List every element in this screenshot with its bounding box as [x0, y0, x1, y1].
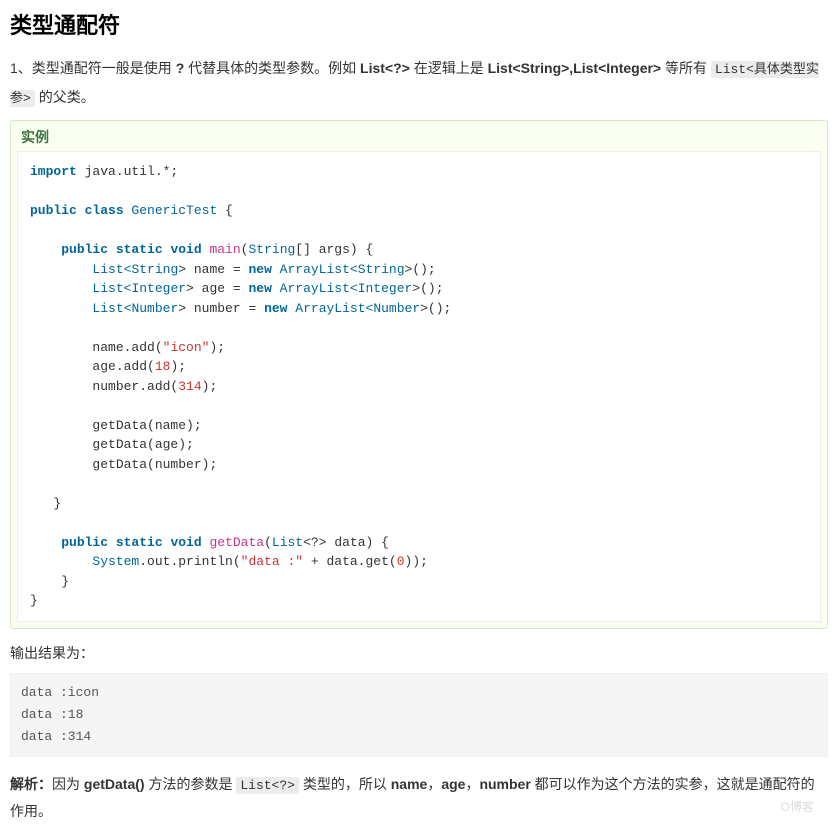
code-pun: } — [30, 593, 38, 608]
code-type: Integer — [131, 281, 186, 296]
code-kw: static — [108, 535, 163, 550]
intro-qmark: ? — [176, 60, 185, 76]
intro-bold: List<?> — [360, 60, 410, 76]
code-type: Number — [131, 301, 178, 316]
code-fn: main — [202, 242, 241, 257]
code-str: "data :" — [241, 554, 303, 569]
code-pun: ) { — [350, 242, 373, 257]
code-kw: static — [108, 242, 163, 257]
code-type: List< — [92, 262, 131, 277]
example-title: 实例 — [11, 121, 827, 151]
code-text: age.add( — [92, 359, 154, 374]
code-text: name.add( — [92, 340, 162, 355]
analysis-text: 因为 — [52, 776, 84, 792]
analysis-text: 方法的参数是 — [145, 776, 237, 792]
analysis-bold: age — [441, 776, 465, 792]
code-kw: new — [248, 262, 271, 277]
code-text: > name = — [178, 262, 248, 277]
code-class: GenericTest — [124, 203, 225, 218]
code-text: > age = — [186, 281, 248, 296]
code-kw: public — [61, 242, 108, 257]
code-text: )); — [405, 554, 428, 569]
code-kw: public — [30, 203, 77, 218]
code-type: System — [92, 554, 139, 569]
code-pun: } — [53, 496, 61, 511]
code-text: > number = — [178, 301, 264, 316]
code-text: number.add( — [92, 379, 178, 394]
analysis-text: 类型的，所以 — [299, 776, 391, 792]
code-pun: } — [61, 574, 69, 589]
code-type: List — [272, 535, 303, 550]
code-text: [] args — [295, 242, 350, 257]
intro-text: 等所有 — [661, 60, 711, 76]
code-type: String — [248, 242, 295, 257]
code-num: 0 — [397, 554, 405, 569]
code-kw: new — [264, 301, 287, 316]
code-text: + data.get( — [303, 554, 397, 569]
code-type: List< — [92, 281, 131, 296]
analysis-bold: getData() — [84, 776, 145, 792]
code-fn: getData — [202, 535, 264, 550]
analysis-bold: name — [391, 776, 428, 792]
inline-code: List<?> — [236, 777, 299, 794]
intro-text: 的父类。 — [35, 89, 95, 105]
code-kw: import — [30, 164, 77, 179]
code-text: >(); — [420, 301, 451, 316]
analysis-paragraph: 解析：因为 getData() 方法的参数是 List<?> 类型的，所以 na… — [10, 771, 828, 825]
code-text: ); — [170, 359, 186, 374]
code-kw: void — [163, 242, 202, 257]
intro-text: 1、类型通配符一般是使用 — [10, 60, 176, 76]
code-type: Number — [373, 301, 420, 316]
code-num: 18 — [155, 359, 171, 374]
intro-text: 在逻辑上是 — [410, 60, 488, 76]
code-type: String — [358, 262, 405, 277]
code-text: >(); — [412, 281, 443, 296]
code-type: String — [131, 262, 178, 277]
code-text: ); — [202, 379, 218, 394]
code-type: List< — [92, 301, 131, 316]
example-box: 实例 import java.util.*; public class Gene… — [10, 120, 828, 629]
output-label: 输出结果为： — [10, 643, 828, 663]
code-pun: ( — [264, 535, 272, 550]
code-type: Integer — [358, 281, 413, 296]
intro-text: 代替具体的类型参数。例如 — [184, 60, 360, 76]
code-block: import java.util.*; public class Generic… — [17, 151, 821, 622]
code-kw: class — [77, 203, 124, 218]
analysis-bold: number — [479, 776, 530, 792]
code-text: java.util.*; — [77, 164, 178, 179]
code-text: getData(name); — [92, 418, 201, 433]
code-text: >(); — [405, 262, 436, 277]
code-kw: new — [248, 281, 271, 296]
code-str: "icon" — [163, 340, 210, 355]
code-kw: public — [61, 535, 108, 550]
code-text: getData(number); — [92, 457, 217, 472]
code-num: 314 — [178, 379, 201, 394]
code-type: ArrayList< — [272, 281, 358, 296]
analysis-text: ， — [427, 776, 441, 792]
code-text: ); — [209, 340, 225, 355]
section-heading: 类型通配符 — [10, 8, 828, 40]
code-type: ArrayList< — [287, 301, 373, 316]
code-pun: { — [225, 203, 233, 218]
code-text: getData(age); — [92, 437, 193, 452]
intro-bold: List<String>,List<Integer> — [488, 60, 662, 76]
output-block: data :icon data :18 data :314 — [10, 673, 828, 757]
code-text: .out.println( — [139, 554, 240, 569]
code-type: ArrayList< — [272, 262, 358, 277]
code-kw: void — [163, 535, 202, 550]
analysis-text: ， — [465, 776, 479, 792]
code-text: <?> data) { — [303, 535, 389, 550]
intro-paragraph: 1、类型通配符一般是使用 ? 代替具体的类型参数。例如 List<?> 在逻辑上… — [10, 54, 828, 112]
analysis-prefix: 解析： — [10, 776, 52, 792]
